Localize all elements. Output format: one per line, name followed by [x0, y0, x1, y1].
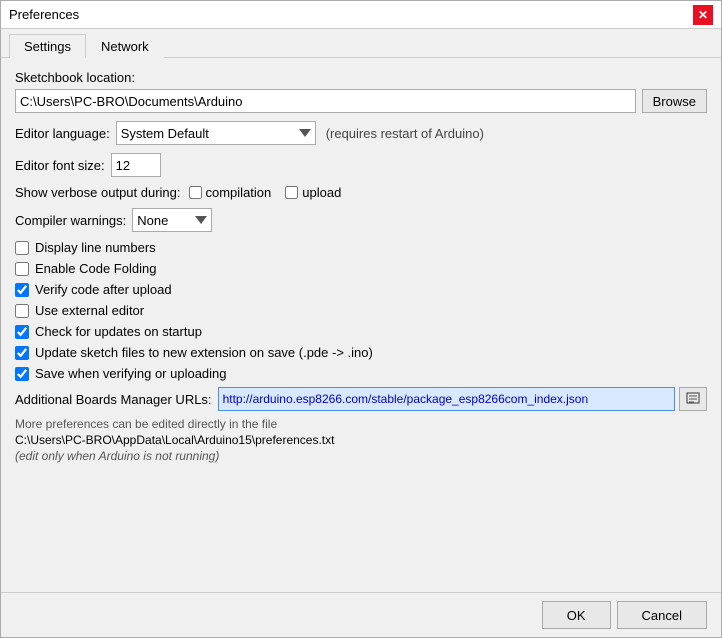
- preferences-dialog: Preferences ✕ Settings Network Sketchboo…: [0, 0, 722, 638]
- update-sketch-label[interactable]: Update sketch files to new extension on …: [35, 345, 373, 360]
- compilation-label[interactable]: compilation: [206, 185, 272, 200]
- display-line-numbers-label[interactable]: Display line numbers: [35, 240, 156, 255]
- compiler-warnings-label: Compiler warnings:: [15, 213, 126, 228]
- enable-code-folding-row: Enable Code Folding: [15, 261, 707, 276]
- save-verifying-checkbox[interactable]: [15, 367, 29, 381]
- external-editor-row: Use external editor: [15, 303, 707, 318]
- external-editor-label[interactable]: Use external editor: [35, 303, 144, 318]
- checkboxes-section: Display line numbers Enable Code Folding…: [15, 240, 707, 381]
- sketchbook-label: Sketchbook location:: [15, 70, 707, 85]
- verbose-row: Show verbose output during: compilation …: [15, 185, 707, 200]
- external-editor-checkbox[interactable]: [15, 304, 29, 318]
- editor-font-size-label: Editor font size:: [15, 158, 105, 173]
- cancel-button[interactable]: Cancel: [617, 601, 707, 629]
- editor-language-hint: (requires restart of Arduino): [326, 126, 484, 141]
- upload-checkbox[interactable]: [285, 186, 298, 199]
- display-line-numbers-row: Display line numbers: [15, 240, 707, 255]
- compiler-warnings-select[interactable]: None Default More All: [132, 208, 212, 232]
- ok-button[interactable]: OK: [542, 601, 611, 629]
- enable-code-folding-label[interactable]: Enable Code Folding: [35, 261, 156, 276]
- editor-font-size-input[interactable]: [111, 153, 161, 177]
- verbose-label: Show verbose output during:: [15, 185, 181, 200]
- tab-settings[interactable]: Settings: [9, 34, 86, 58]
- verify-code-row: Verify code after upload: [15, 282, 707, 297]
- upload-label[interactable]: upload: [302, 185, 341, 200]
- tab-network[interactable]: Network: [86, 34, 164, 58]
- editor-font-size-row: Editor font size:: [15, 153, 707, 177]
- additional-boards-row: Additional Boards Manager URLs:: [15, 387, 707, 411]
- verify-code-checkbox[interactable]: [15, 283, 29, 297]
- display-line-numbers-checkbox[interactable]: [15, 241, 29, 255]
- additional-boards-input[interactable]: [218, 387, 675, 411]
- additional-boards-edit-button[interactable]: [679, 387, 707, 411]
- update-sketch-checkbox[interactable]: [15, 346, 29, 360]
- browse-button[interactable]: Browse: [642, 89, 707, 113]
- sketchbook-row: Browse: [15, 89, 707, 113]
- upload-checkbox-row: upload: [285, 185, 341, 200]
- additional-boards-label: Additional Boards Manager URLs:: [15, 392, 212, 407]
- settings-content: Sketchbook location: Browse Editor langu…: [1, 58, 721, 592]
- save-verifying-label[interactable]: Save when verifying or uploading: [35, 366, 227, 381]
- update-sketch-row: Update sketch files to new extension on …: [15, 345, 707, 360]
- title-bar: Preferences ✕: [1, 1, 721, 29]
- tab-bar: Settings Network: [1, 29, 721, 58]
- compiler-warnings-row: Compiler warnings: None Default More All: [15, 208, 707, 232]
- sketchbook-input[interactable]: [15, 89, 636, 113]
- verify-code-label[interactable]: Verify code after upload: [35, 282, 172, 297]
- check-updates-checkbox[interactable]: [15, 325, 29, 339]
- editor-language-select[interactable]: System Default: [116, 121, 316, 145]
- edit-icon: [686, 392, 700, 406]
- enable-code-folding-checkbox[interactable]: [15, 262, 29, 276]
- save-verifying-row: Save when verifying or uploading: [15, 366, 707, 381]
- compilation-checkbox[interactable]: [189, 186, 202, 199]
- close-button[interactable]: ✕: [693, 5, 713, 25]
- editor-language-row: Editor language: System Default (require…: [15, 121, 707, 145]
- editor-language-label: Editor language:: [15, 126, 110, 141]
- compilation-checkbox-row: compilation: [189, 185, 272, 200]
- edit-hint: (edit only when Arduino is not running): [15, 449, 707, 463]
- prefs-file-path: C:\Users\PC-BRO\AppData\Local\Arduino15\…: [15, 433, 707, 447]
- check-updates-label[interactable]: Check for updates on startup: [35, 324, 202, 339]
- dialog-footer: OK Cancel: [1, 592, 721, 637]
- check-updates-row: Check for updates on startup: [15, 324, 707, 339]
- dialog-title: Preferences: [9, 7, 79, 22]
- more-prefs-text: More preferences can be edited directly …: [15, 417, 707, 431]
